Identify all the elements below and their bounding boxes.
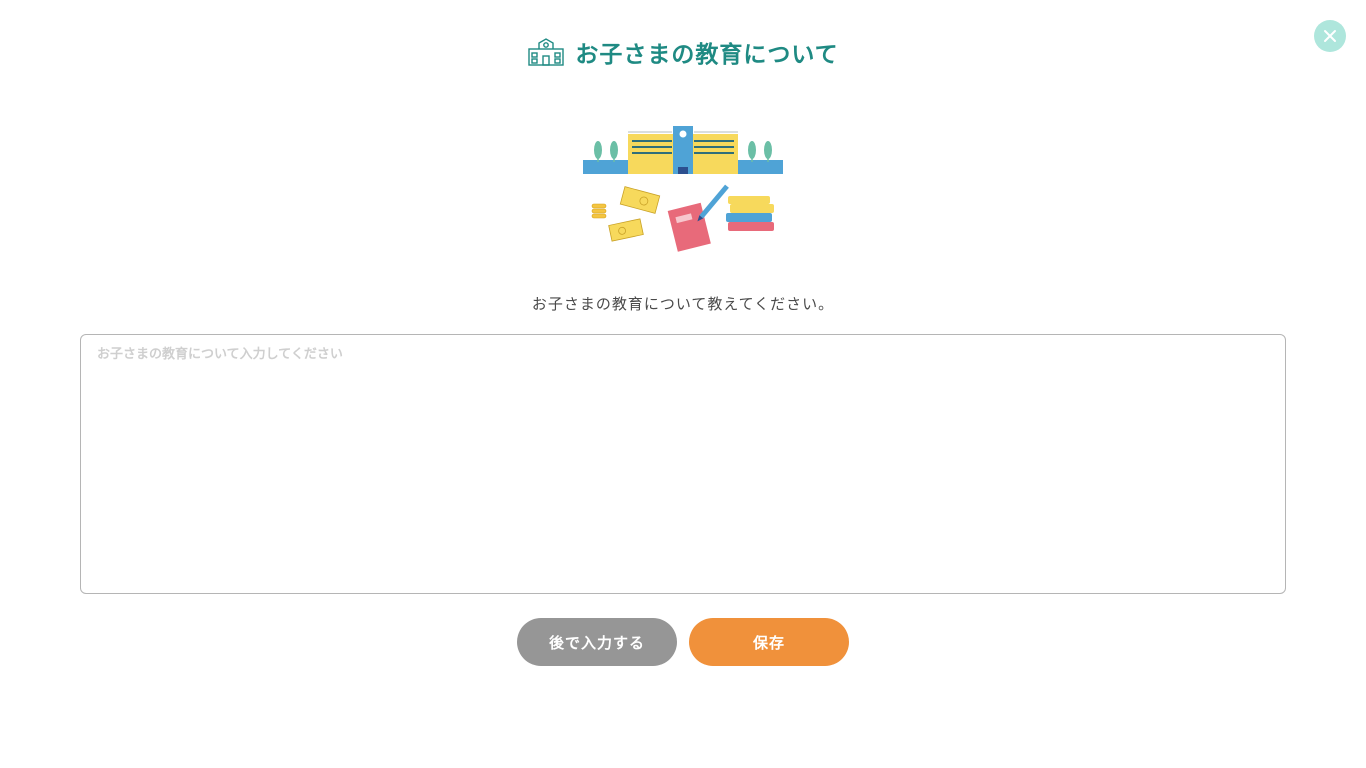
education-input[interactable]	[80, 334, 1286, 594]
school-and-education-illustration	[583, 126, 783, 252]
education-dialog: お子さまの教育について お子さまの教育について教えてください。 お子さまの教育に…	[0, 0, 1366, 768]
education-input-wrapper	[80, 334, 1286, 594]
school-building-icon	[528, 38, 565, 66]
dialog-header: お子さまの教育について	[0, 34, 1366, 70]
dialog-title: お子さまの教育について	[575, 42, 839, 68]
prompt-text: お子さまの教育について教えてください。	[531, 295, 835, 313]
enter-later-button[interactable]: 後で入力する	[517, 618, 677, 666]
save-button[interactable]: 保存	[689, 618, 849, 666]
